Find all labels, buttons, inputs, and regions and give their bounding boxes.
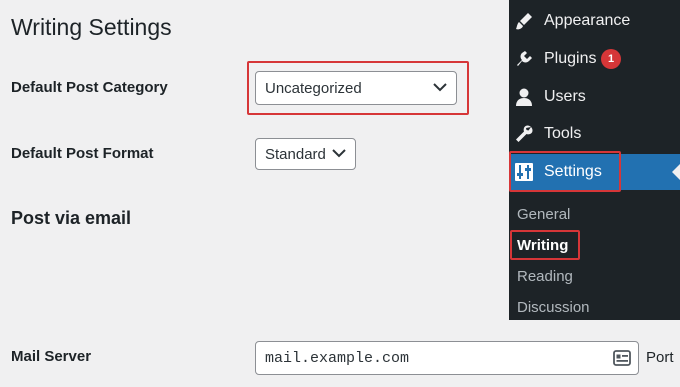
menu-item-label: Users bbox=[544, 88, 586, 105]
admin-menu: Appearance Plugins 1 Users Tools Setting… bbox=[509, 0, 680, 320]
menu-item-plugins[interactable]: Plugins 1 bbox=[509, 41, 680, 77]
contact-card-icon[interactable] bbox=[613, 350, 631, 366]
submenu-item-writing[interactable]: Writing bbox=[517, 236, 568, 256]
plugin-icon bbox=[517, 51, 532, 66]
plugins-update-badge: 1 bbox=[601, 49, 621, 69]
default-format-select[interactable]: Standard bbox=[255, 138, 356, 170]
paintbrush-icon bbox=[516, 13, 532, 30]
default-category-select[interactable]: Uncategorized bbox=[255, 71, 457, 105]
submenu-item-reading[interactable]: Reading bbox=[517, 267, 573, 287]
settings-icon bbox=[515, 163, 533, 181]
chevron-down-icon bbox=[332, 149, 346, 158]
menu-item-label: Settings bbox=[544, 163, 602, 180]
post-via-email-heading: Post via email bbox=[11, 208, 132, 228]
default-category-label: Default Post Category bbox=[11, 79, 168, 96]
mail-server-input[interactable]: mail.example.com bbox=[255, 341, 639, 375]
mail-server-value: mail.example.com bbox=[265, 349, 410, 367]
menu-item-label: Tools bbox=[544, 125, 582, 142]
page-title: Writing Settings bbox=[11, 14, 172, 40]
submenu-item-general[interactable]: General bbox=[517, 205, 570, 225]
default-format-label: Default Post Format bbox=[11, 145, 154, 162]
default-format-value: Standard bbox=[265, 145, 326, 163]
current-menu-arrow bbox=[672, 164, 680, 180]
submenu-item-discussion[interactable]: Discussion bbox=[517, 298, 590, 318]
menu-item-appearance[interactable]: Appearance bbox=[509, 3, 680, 39]
user-icon bbox=[516, 88, 532, 106]
default-category-value: Uncategorized bbox=[265, 79, 362, 97]
mail-server-label: Mail Server bbox=[11, 348, 92, 365]
menu-item-label: Appearance bbox=[544, 12, 631, 29]
chevron-down-icon bbox=[433, 83, 447, 92]
menu-item-tools[interactable]: Tools bbox=[509, 116, 680, 152]
menu-item-settings[interactable]: Settings bbox=[509, 154, 680, 190]
menu-item-users[interactable]: Users bbox=[509, 79, 680, 115]
wrench-icon bbox=[516, 125, 533, 142]
menu-item-label: Plugins bbox=[544, 50, 597, 67]
port-label: Port bbox=[646, 349, 674, 366]
